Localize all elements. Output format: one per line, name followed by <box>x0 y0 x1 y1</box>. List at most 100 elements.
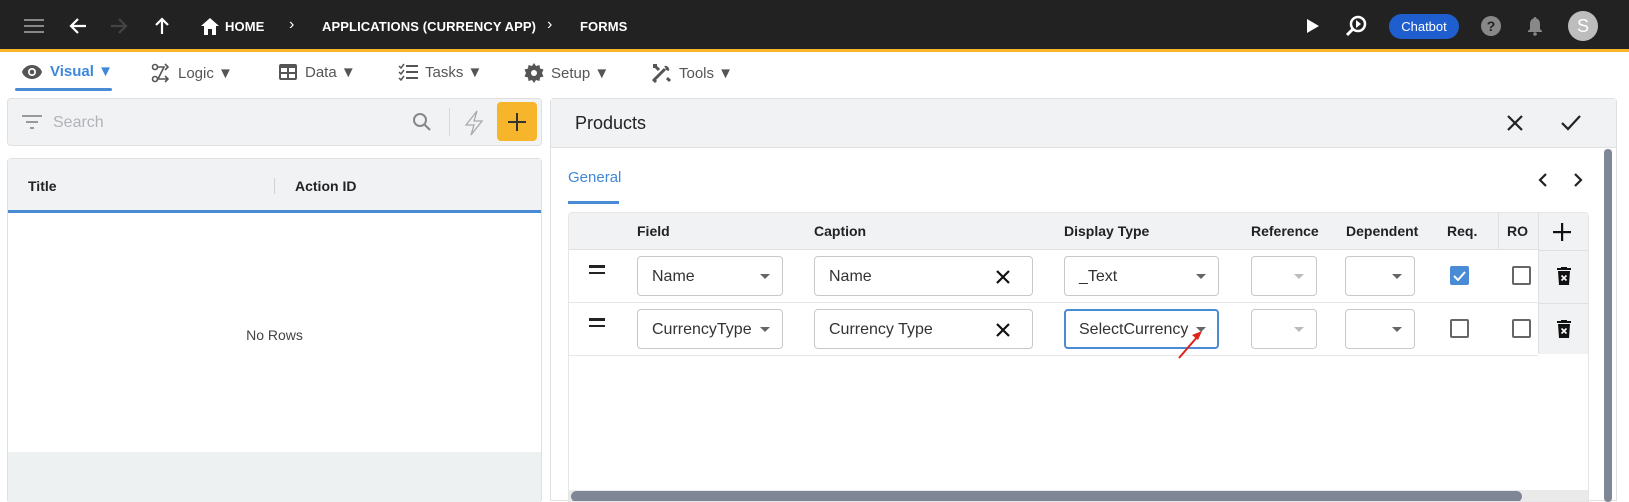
menu-logic[interactable]: Logic ▼ <box>151 63 233 83</box>
reference-select[interactable] <box>1251 309 1317 349</box>
breadcrumb-forms[interactable]: FORMS <box>580 19 627 34</box>
dropdown-arrow-icon <box>1294 274 1304 279</box>
home-icon[interactable] <box>198 14 222 38</box>
form-title: Products <box>575 113 647 133</box>
breadcrumb-home[interactable]: HOME <box>225 19 264 34</box>
field-row: Name Name _Text <box>569 250 1538 303</box>
column-required[interactable]: Req. <box>1447 223 1477 239</box>
column-display-type[interactable]: Display Type <box>1064 223 1149 239</box>
logic-icon <box>151 63 170 83</box>
breadcrumb-separator-icon: › <box>289 16 295 33</box>
tab-general[interactable]: General <box>568 169 621 186</box>
user-avatar[interactable]: S <box>1568 11 1598 41</box>
required-checkbox[interactable] <box>1450 266 1469 285</box>
menu-data-label: Data ▼ <box>305 63 356 81</box>
close-icon[interactable] <box>1506 114 1524 132</box>
dropdown-arrow-icon <box>1294 327 1304 332</box>
menu-tasks[interactable]: Tasks ▼ <box>398 63 482 81</box>
reference-select[interactable] <box>1251 256 1317 296</box>
search-icon[interactable] <box>412 112 432 132</box>
display-type-value: SelectCurrency <box>1079 321 1189 338</box>
drag-handle-icon[interactable] <box>589 265 605 278</box>
column-read-only[interactable]: RO <box>1507 223 1528 239</box>
menu-logic-label: Logic ▼ <box>178 64 233 82</box>
menu-bar: Visual ▼ Logic ▼ Data ▼ Tasks ▼ Setup ▼ … <box>0 55 1629 136</box>
caption-input[interactable]: Currency Type <box>814 309 1033 349</box>
add-row-plus-icon[interactable] <box>1553 223 1571 241</box>
delete-row-trash-icon[interactable] <box>1557 267 1571 285</box>
actions-table-header: Title Action ID <box>8 159 541 213</box>
form-panel: Products General Field Caption Display T… <box>550 98 1617 502</box>
menu-setup-label: Setup ▼ <box>551 64 610 82</box>
add-button[interactable] <box>497 102 537 141</box>
display-type-select[interactable]: _Text <box>1064 256 1219 296</box>
back-arrow-icon[interactable] <box>66 14 90 38</box>
dropdown-arrow-icon <box>760 327 770 332</box>
vertical-scrollbar[interactable] <box>1604 149 1612 502</box>
filter-icon[interactable] <box>22 115 42 129</box>
field-select-value: Name <box>652 268 695 285</box>
save-check-icon[interactable] <box>1561 114 1581 132</box>
column-reference[interactable]: Reference <box>1251 223 1319 239</box>
actions-table: Title Action ID No Rows <box>7 158 542 502</box>
horizontal-scrollbar[interactable] <box>569 490 1588 501</box>
column-field[interactable]: Field <box>637 223 670 239</box>
column-separator <box>1498 213 1499 250</box>
tools-icon <box>652 64 672 83</box>
caption-input[interactable]: Name <box>814 256 1033 296</box>
delete-row-trash-icon[interactable] <box>1557 320 1571 338</box>
tab-prev-chevron-icon[interactable] <box>1538 173 1548 187</box>
menu-tasks-label: Tasks ▼ <box>425 63 483 81</box>
eye-icon <box>22 64 42 79</box>
menu-tools[interactable]: Tools ▼ <box>652 63 733 83</box>
divider <box>1539 303 1588 304</box>
caption-input-value: Name <box>829 268 872 285</box>
field-select[interactable]: Name <box>637 256 783 296</box>
chatbot-button[interactable]: Chatbot <box>1389 14 1459 39</box>
menu-tools-label: Tools ▼ <box>679 64 734 82</box>
column-dependent[interactable]: Dependent <box>1346 223 1418 239</box>
read-only-checkbox[interactable] <box>1512 266 1531 285</box>
plus-icon <box>508 112 526 131</box>
column-caption[interactable]: Caption <box>814 223 866 239</box>
column-title[interactable]: Title <box>28 178 57 194</box>
vertical-scrollbar-thumb[interactable] <box>1604 149 1612 502</box>
active-menu-indicator <box>15 88 112 91</box>
forward-arrow-icon[interactable] <box>107 14 131 38</box>
clear-icon[interactable] <box>995 322 1011 338</box>
dependent-select[interactable] <box>1345 256 1415 296</box>
required-checkbox[interactable] <box>1450 319 1469 338</box>
checklist-icon <box>398 63 418 81</box>
hamburger-menu-icon[interactable] <box>22 14 46 38</box>
clear-icon[interactable] <box>995 269 1011 285</box>
horizontal-scrollbar-thumb[interactable] <box>571 491 1522 501</box>
dropdown-arrow-icon <box>1392 327 1402 332</box>
field-select[interactable]: CurrencyType <box>637 309 783 349</box>
dependent-select[interactable] <box>1345 309 1415 349</box>
drag-handle-icon[interactable] <box>589 318 605 331</box>
play-icon[interactable] <box>1301 14 1325 38</box>
search-bar: Search <box>7 98 542 146</box>
dropdown-arrow-icon <box>760 274 770 279</box>
menu-visual-label: Visual ▼ <box>50 63 113 80</box>
tab-next-chevron-icon[interactable] <box>1573 173 1583 187</box>
form-header: Products <box>551 99 1616 148</box>
notifications-bell-icon[interactable] <box>1523 14 1547 38</box>
empty-state-text: No Rows <box>246 327 303 343</box>
annotation-arrow-icon <box>1178 331 1202 359</box>
breadcrumb-applications[interactable]: APPLICATIONS (CURRENCY APP) <box>322 19 536 34</box>
active-tab-indicator <box>568 201 619 204</box>
menu-visual[interactable]: Visual ▼ <box>21 63 113 80</box>
lightning-icon[interactable] <box>463 110 485 136</box>
menu-data[interactable]: Data ▼ <box>278 63 356 81</box>
search-input[interactable]: Search <box>53 114 104 132</box>
column-action-id[interactable]: Action ID <box>295 178 356 194</box>
row-actions-column <box>1538 213 1588 354</box>
read-only-checkbox[interactable] <box>1512 319 1531 338</box>
field-row: CurrencyType Currency Type SelectCurrenc… <box>569 303 1538 356</box>
menu-setup[interactable]: Setup ▼ <box>524 63 609 83</box>
up-arrow-icon[interactable] <box>150 14 174 38</box>
inspect-search-icon[interactable] <box>1344 14 1368 38</box>
table-footer <box>8 452 541 502</box>
help-icon[interactable]: ? <box>1479 14 1503 38</box>
